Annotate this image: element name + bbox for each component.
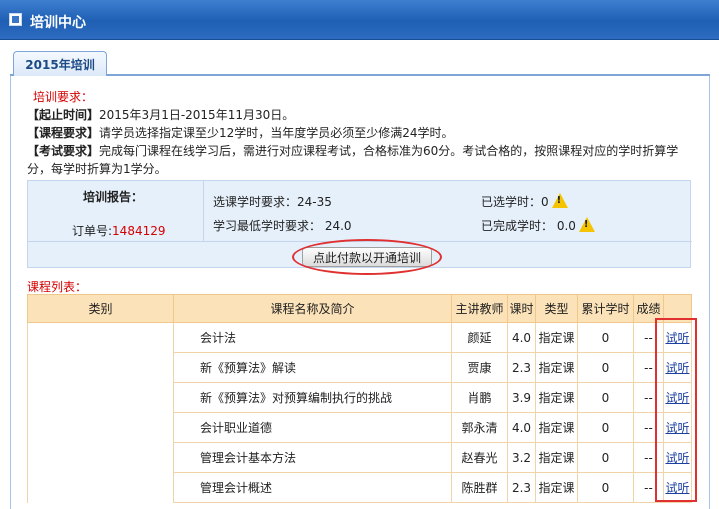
tab-strip: 2015年培训 [10, 48, 710, 77]
col-header-score: 成绩 [633, 294, 664, 323]
course-type: 指定课 [535, 322, 578, 353]
course-name: 管理会计概述 [173, 472, 452, 503]
selected-hours: 已选学时：0 [481, 195, 549, 209]
warning-icon [578, 217, 595, 232]
course-action-cell: 试听 [663, 442, 692, 473]
trial-link[interactable]: 试听 [665, 451, 689, 465]
table-row: 会计法 颜延 4.0 指定课 0 -- 试听 [27, 322, 692, 503]
report-hline [28, 241, 692, 242]
trial-link[interactable]: 试听 [665, 391, 689, 405]
course-type: 指定课 [535, 382, 578, 413]
course-teacher: 颜延 [451, 322, 508, 353]
window-icon [9, 13, 22, 26]
title-bar: 培训中心 [0, 0, 719, 40]
course-score: -- [633, 382, 664, 413]
trial-link[interactable]: 试听 [665, 361, 689, 375]
course-score: -- [633, 442, 664, 473]
course-action-cell: 试听 [663, 412, 692, 443]
course-score: -- [633, 472, 664, 503]
selected-hours-requirement: 选课学时要求：24-35 [213, 195, 332, 209]
course-teacher: 贾康 [451, 352, 508, 383]
course-name: 会计职业道德 [173, 412, 452, 443]
exam-requirement-text: 完成每门课程在线学习后，需进行对应课程考试，合格标准为60分。考试合格的，按照课… [99, 144, 679, 158]
table-header-row: 类别 课程名称及简介 主讲教师 课时 类型 累计学时 成绩 [27, 294, 692, 323]
course-accumulated: 0 [577, 472, 634, 503]
course-type: 指定课 [535, 472, 578, 503]
content-frame: 2015年培训 培训要求： 【起止时间】2015年3月1日-2015年11月30… [10, 48, 710, 509]
report-row-1: 选课学时要求：24-35 已选学时：0 [213, 191, 683, 211]
course-type: 指定课 [535, 412, 578, 443]
col-header-category: 类别 [27, 294, 174, 323]
course-hours: 3.9 [507, 382, 536, 413]
course-accumulated: 0 [577, 412, 634, 443]
col-header-hours: 课时 [507, 294, 536, 323]
deadline-line: 【起止时间】2015年3月1日-2015年11月30日。 [27, 106, 695, 124]
col-header-type: 类型 [535, 294, 578, 323]
course-action-cell: 试听 [663, 382, 692, 413]
course-hours: 2.3 [507, 472, 536, 503]
course-accumulated: 0 [577, 322, 634, 353]
course-score: -- [633, 412, 664, 443]
report-title: 培训报告： [83, 190, 144, 204]
course-score: -- [633, 322, 664, 353]
requirements-title: 培训要求： [33, 90, 94, 104]
selected-hours-block: 已选学时：0 [481, 193, 568, 210]
report-divider [203, 181, 204, 241]
completed-hours: 已完成学时： 0.0 [481, 219, 576, 233]
course-type: 指定课 [535, 442, 578, 473]
course-requirement-line: 【课程要求】请学员选择指定课至少12学时，当年度学员必须至少修满24学时。 [27, 124, 695, 142]
tab-panel: 培训要求： 【起止时间】2015年3月1日-2015年11月30日。 【课程要求… [10, 76, 710, 509]
trial-link[interactable]: 试听 [665, 331, 689, 345]
course-hours: 2.3 [507, 352, 536, 383]
course-requirement-label: 【课程要求】 [27, 126, 100, 140]
course-requirement-text: 请学员选择指定课至少12学时，当年度学员必须至少修满24学时。 [99, 126, 454, 140]
course-name: 新《预算法》解读 [173, 352, 452, 383]
warning-icon [551, 193, 568, 208]
course-list-title: 课程列表： [27, 280, 88, 294]
deadline-label: 【起止时间】 [27, 108, 100, 122]
tab-2015-training[interactable]: 2015年培训 [13, 51, 107, 77]
course-score: -- [633, 352, 664, 383]
order-number-block: 订单号:1484129 [72, 222, 166, 239]
category-cell [27, 322, 174, 503]
course-table: 类别 课程名称及简介 主讲教师 课时 类型 累计学时 成绩 会计法 颜延 4.0… [27, 294, 692, 503]
training-report: 培训报告： 订单号:1484129 选课学时要求：24-35 已选学时：0 学习… [27, 180, 692, 275]
course-hours: 3.2 [507, 442, 536, 473]
exam-requirement-line-2: 分，每学时折算为1学分。 [27, 162, 167, 176]
course-teacher: 赵春光 [451, 442, 508, 473]
course-accumulated: 0 [577, 442, 634, 473]
window-title: 培训中心 [30, 15, 86, 31]
trial-link[interactable]: 试听 [665, 481, 689, 495]
col-header-accumulated: 累计学时 [577, 294, 634, 323]
course-accumulated: 0 [577, 382, 634, 413]
report-row-2: 学习最低学时要求： 24.0 已完成学时： 0.0 [213, 215, 683, 235]
completed-hours-block: 已完成学时： 0.0 [481, 217, 595, 234]
course-name: 会计法 [173, 322, 452, 353]
exam-requirement-label: 【考试要求】 [27, 144, 100, 158]
course-action-cell: 试听 [663, 472, 692, 503]
course-teacher: 陈胜群 [451, 472, 508, 503]
course-name: 新《预算法》对预算编制执行的挑战 [173, 382, 452, 413]
course-accumulated: 0 [577, 352, 634, 383]
order-label: 订单号: [72, 224, 113, 238]
pay-to-activate-button[interactable]: 点此付款以开通培训 [302, 247, 432, 267]
course-action-cell: 试听 [663, 322, 692, 353]
course-name: 管理会计基本方法 [173, 442, 452, 473]
min-hours-requirement: 学习最低学时要求： 24.0 [213, 219, 352, 233]
exam-requirement-line: 【考试要求】完成每门课程在线学习后，需进行对应课程考试，合格标准为60分。考试合… [27, 142, 695, 160]
col-header-teacher: 主讲教师 [451, 294, 508, 323]
col-header-action [663, 294, 692, 323]
deadline-text: 2015年3月1日-2015年11月30日。 [99, 108, 295, 122]
course-type: 指定课 [535, 352, 578, 383]
course-hours: 4.0 [507, 322, 536, 353]
course-hours: 4.0 [507, 412, 536, 443]
col-header-course-name: 课程名称及简介 [173, 294, 452, 323]
order-number: 1484129 [112, 224, 166, 238]
course-action-cell: 试听 [663, 352, 692, 383]
trial-link[interactable]: 试听 [665, 421, 689, 435]
course-teacher: 肖鹏 [451, 382, 508, 413]
course-teacher: 郭永清 [451, 412, 508, 443]
